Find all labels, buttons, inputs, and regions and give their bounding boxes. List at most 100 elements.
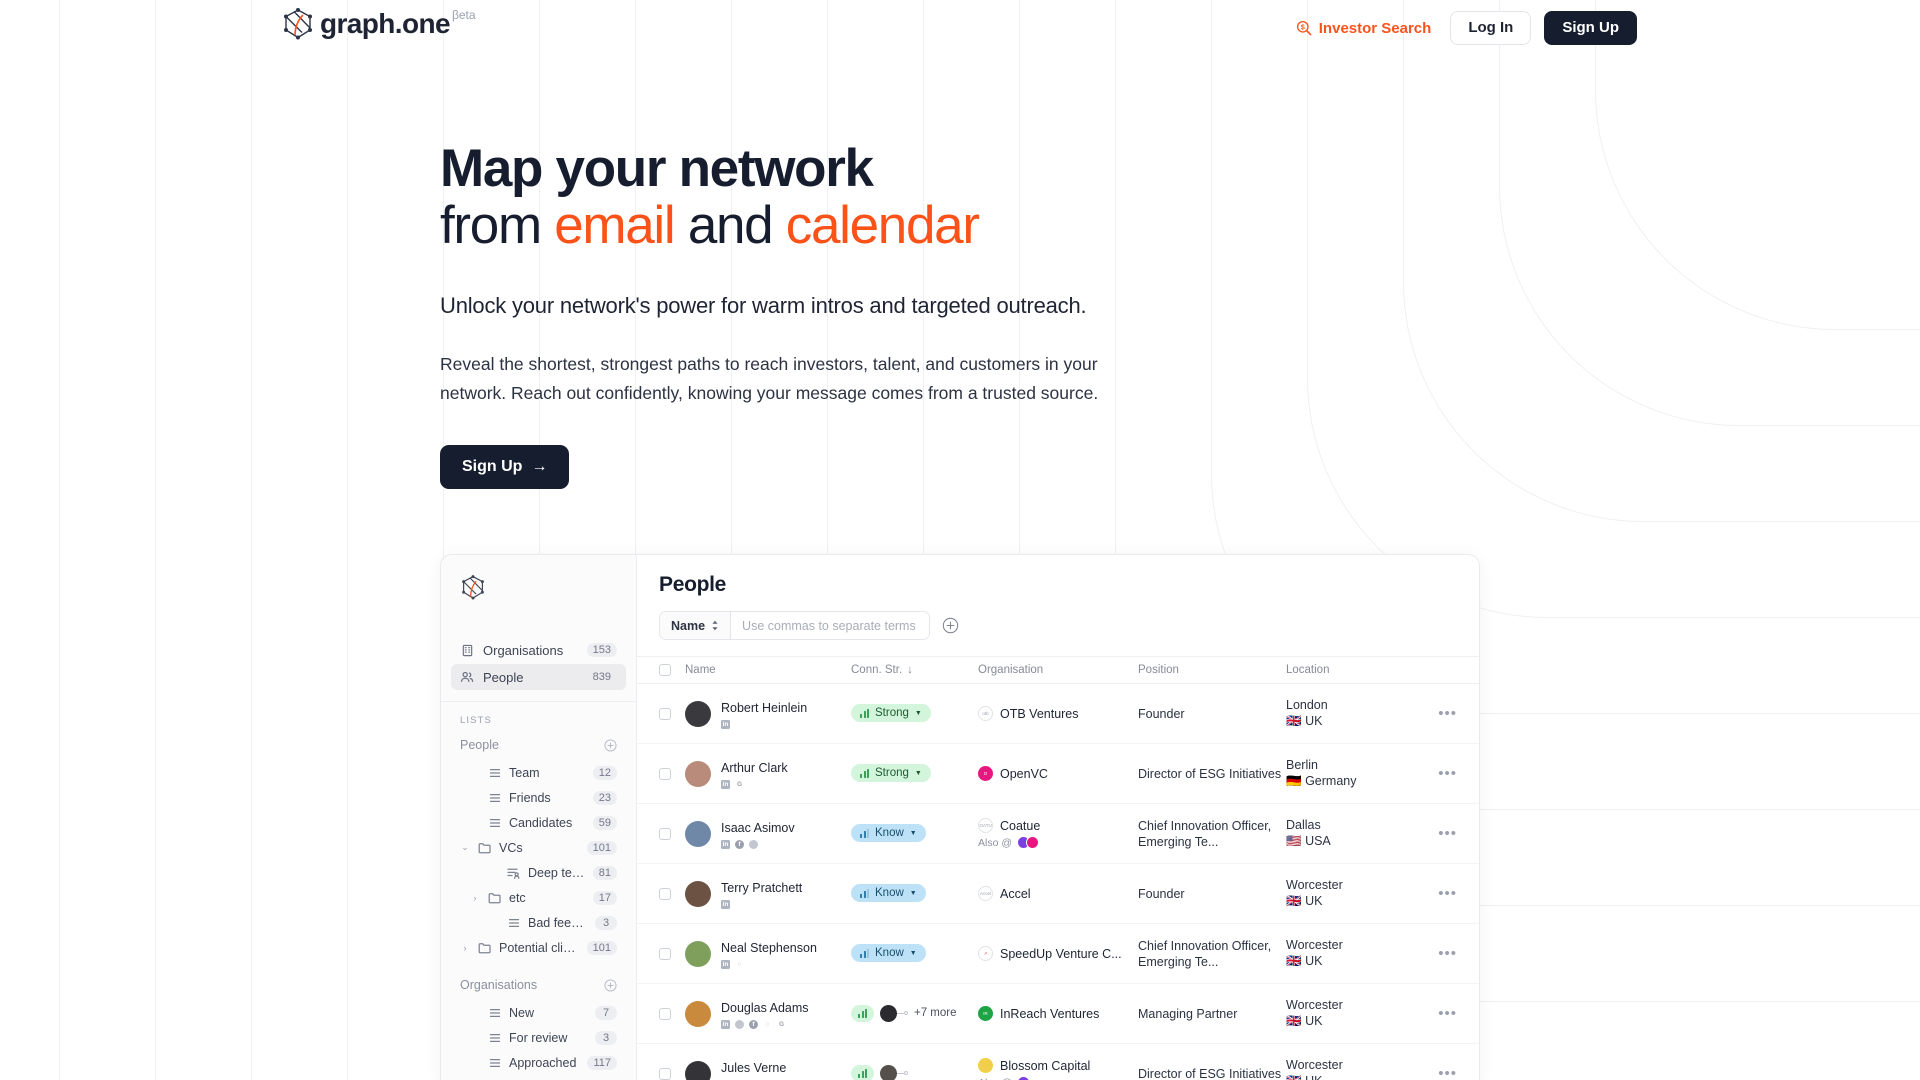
connection-strength-badge[interactable]: Know ▼ (851, 824, 926, 843)
person-cell[interactable]: Arthur Clark in G (685, 759, 851, 789)
row-actions-cell: ••• (1404, 706, 1457, 721)
list-item[interactable]: Candidates 59 (451, 810, 626, 835)
social-icon-github[interactable]: ◌ (735, 960, 744, 969)
person-cell[interactable]: Jules Verne in⊕◌ (685, 1059, 851, 1080)
signup-button-header[interactable]: Sign Up (1544, 11, 1637, 45)
ellipsis-icon[interactable]: ••• (1438, 826, 1457, 841)
social-icon-other[interactable] (749, 839, 758, 849)
plus-circle-icon[interactable] (604, 738, 617, 752)
organisation-cell[interactable]: IR InReach Ventures (978, 1006, 1138, 1021)
connection-path-avatar[interactable] (880, 1064, 897, 1080)
connection-strength-badge[interactable] (851, 1004, 874, 1022)
column-header-position[interactable]: Position (1138, 664, 1286, 676)
connection-strength-badge[interactable]: Know ▼ (851, 884, 926, 903)
login-button[interactable]: Log In (1450, 11, 1532, 45)
social-icon-other[interactable] (735, 1019, 744, 1029)
select-all-checkbox[interactable] (659, 664, 671, 676)
social-icon-facebook[interactable]: f (749, 1019, 758, 1029)
row-checkbox[interactable] (659, 767, 671, 780)
connection-strength-badge[interactable]: Know ▼ (851, 944, 926, 963)
table-row[interactable]: Isaac Asimov inf Know ▼ COATUE Coatue Al… (637, 804, 1479, 864)
organisation-cell[interactable]: O OpenVC (978, 766, 1138, 781)
organisation-cell[interactable]: Blossom Capital Also @ (978, 1058, 1138, 1080)
list-item[interactable]: New 7 (451, 1000, 626, 1025)
organisation-cell[interactable]: COATUE Coatue Also @ (978, 818, 1138, 849)
social-icon-linkedin[interactable]: in (721, 1019, 730, 1029)
chevron-right-icon[interactable]: › (460, 943, 470, 953)
social-icon-linkedin[interactable]: in (721, 719, 730, 729)
social-icon-linkedin[interactable]: in (721, 899, 730, 909)
row-checkbox[interactable] (659, 887, 671, 900)
list-item[interactable]: ⌄ VCs 101 (451, 835, 626, 860)
signup-cta-button[interactable]: Sign Up → (440, 445, 570, 489)
sidebar-item-organisations[interactable]: Organisations 153 (451, 637, 626, 663)
also-avatar-stack[interactable] (1017, 836, 1040, 849)
connection-strength-badge[interactable]: Strong ▼ (851, 704, 931, 723)
social-icon-google[interactable]: G (777, 1020, 786, 1029)
list-item[interactable]: Deep tech 81 (451, 860, 626, 885)
social-icon-facebook[interactable]: f (735, 839, 744, 849)
person-cell[interactable]: Terry Pratchett in (685, 879, 851, 909)
column-header-organisation[interactable]: Organisation (978, 664, 1138, 676)
connection-path-avatar[interactable] (880, 1004, 897, 1022)
graph-network-icon[interactable] (461, 575, 485, 600)
add-filter-button[interactable] (942, 617, 959, 634)
ellipsis-icon[interactable]: ••• (1438, 1066, 1457, 1080)
column-header-conn-str[interactable]: Conn. Str. ↓ (851, 664, 978, 676)
table-row[interactable]: Terry Pratchett in Know ▼ Accel Accel Fo… (637, 864, 1479, 924)
table-row[interactable]: Jules Verne in⊕◌ Blossom Capital Also @ (637, 1044, 1479, 1080)
table-row[interactable]: Arthur Clark in G Strong ▼ O OpenVC Direc… (637, 744, 1479, 804)
list-icon (488, 792, 501, 804)
search-field-label: Name (671, 618, 706, 633)
list-section-name: Organisations (460, 978, 538, 992)
organisation-cell[interactable]: ↗ SpeedUp Venture C... (978, 946, 1138, 961)
social-icon-google[interactable]: G (735, 780, 744, 789)
social-icon-github[interactable]: ◌ (763, 1020, 772, 1029)
list-item[interactable]: Friends 23 (451, 785, 626, 810)
list-item[interactable]: For review 3 (451, 1025, 626, 1050)
row-checkbox[interactable] (659, 707, 671, 720)
ellipsis-icon[interactable]: ••• (1438, 1006, 1457, 1021)
also-avatar-stack[interactable] (1017, 1076, 1031, 1080)
column-header-location[interactable]: Location (1286, 664, 1404, 676)
sidebar-item-people[interactable]: People 839 (451, 664, 626, 690)
ellipsis-icon[interactable]: ••• (1438, 886, 1457, 901)
list-item[interactable]: Team 12 (451, 760, 626, 785)
organisation-cell[interactable]: otb OTB Ventures (978, 706, 1138, 721)
table-row[interactable]: Robert Heinlein in Strong ▼ otb OTB Vent… (637, 684, 1479, 744)
list-item[interactable]: › etc 17 (451, 885, 626, 910)
search-field-selector[interactable]: Name (660, 612, 732, 639)
organisation-cell[interactable]: Accel Accel (978, 886, 1138, 901)
list-item[interactable]: › Potential clients... 101 (451, 935, 626, 960)
table-row[interactable]: Douglas Adams in f ◌ G +7 more IR InReach V… (637, 984, 1479, 1044)
ellipsis-icon[interactable]: ••• (1438, 766, 1457, 781)
person-cell[interactable]: Neal Stephenson in ◌ (685, 939, 851, 969)
row-checkbox[interactable] (659, 947, 671, 960)
connection-strength-badge[interactable] (851, 1064, 874, 1080)
table-row[interactable]: Neal Stephenson in ◌ Know ▼ ↗ SpeedUp Ven… (637, 924, 1479, 984)
social-icon-linkedin[interactable]: in (721, 839, 730, 849)
list-item[interactable]: Approached 117 (451, 1050, 626, 1075)
column-header-name[interactable]: Name (685, 664, 851, 676)
row-checkbox[interactable] (659, 1007, 671, 1020)
plus-circle-icon[interactable] (604, 978, 617, 992)
ellipsis-icon[interactable]: ••• (1438, 946, 1457, 961)
list-item[interactable]: Bad feedback 3 (451, 910, 626, 935)
ellipsis-icon[interactable]: ••• (1438, 706, 1457, 721)
social-icon-linkedin[interactable]: in (721, 959, 730, 969)
chevron-right-icon[interactable]: › (470, 893, 480, 903)
person-cell[interactable]: Isaac Asimov in f (685, 819, 851, 849)
person-cell[interactable]: Robert Heinlein in (685, 699, 851, 729)
search-input[interactable] (731, 612, 930, 639)
organisation-name: SpeedUp Venture C... (1000, 946, 1122, 961)
connection-more-label[interactable]: +7 more (914, 1007, 957, 1019)
chevron-down-icon[interactable]: ⌄ (460, 842, 470, 853)
person-cell[interactable]: Douglas Adams in f ◌ G (685, 999, 851, 1029)
logo[interactable]: graph.one βeta (283, 8, 476, 40)
connection-strength-badge[interactable]: Strong ▼ (851, 764, 931, 783)
signal-bars-icon (860, 708, 869, 718)
social-icon-linkedin[interactable]: in (721, 779, 730, 789)
row-checkbox[interactable] (659, 827, 671, 840)
investor-search-link[interactable]: $ Investor Search (1290, 16, 1438, 41)
row-checkbox[interactable] (659, 1067, 671, 1080)
